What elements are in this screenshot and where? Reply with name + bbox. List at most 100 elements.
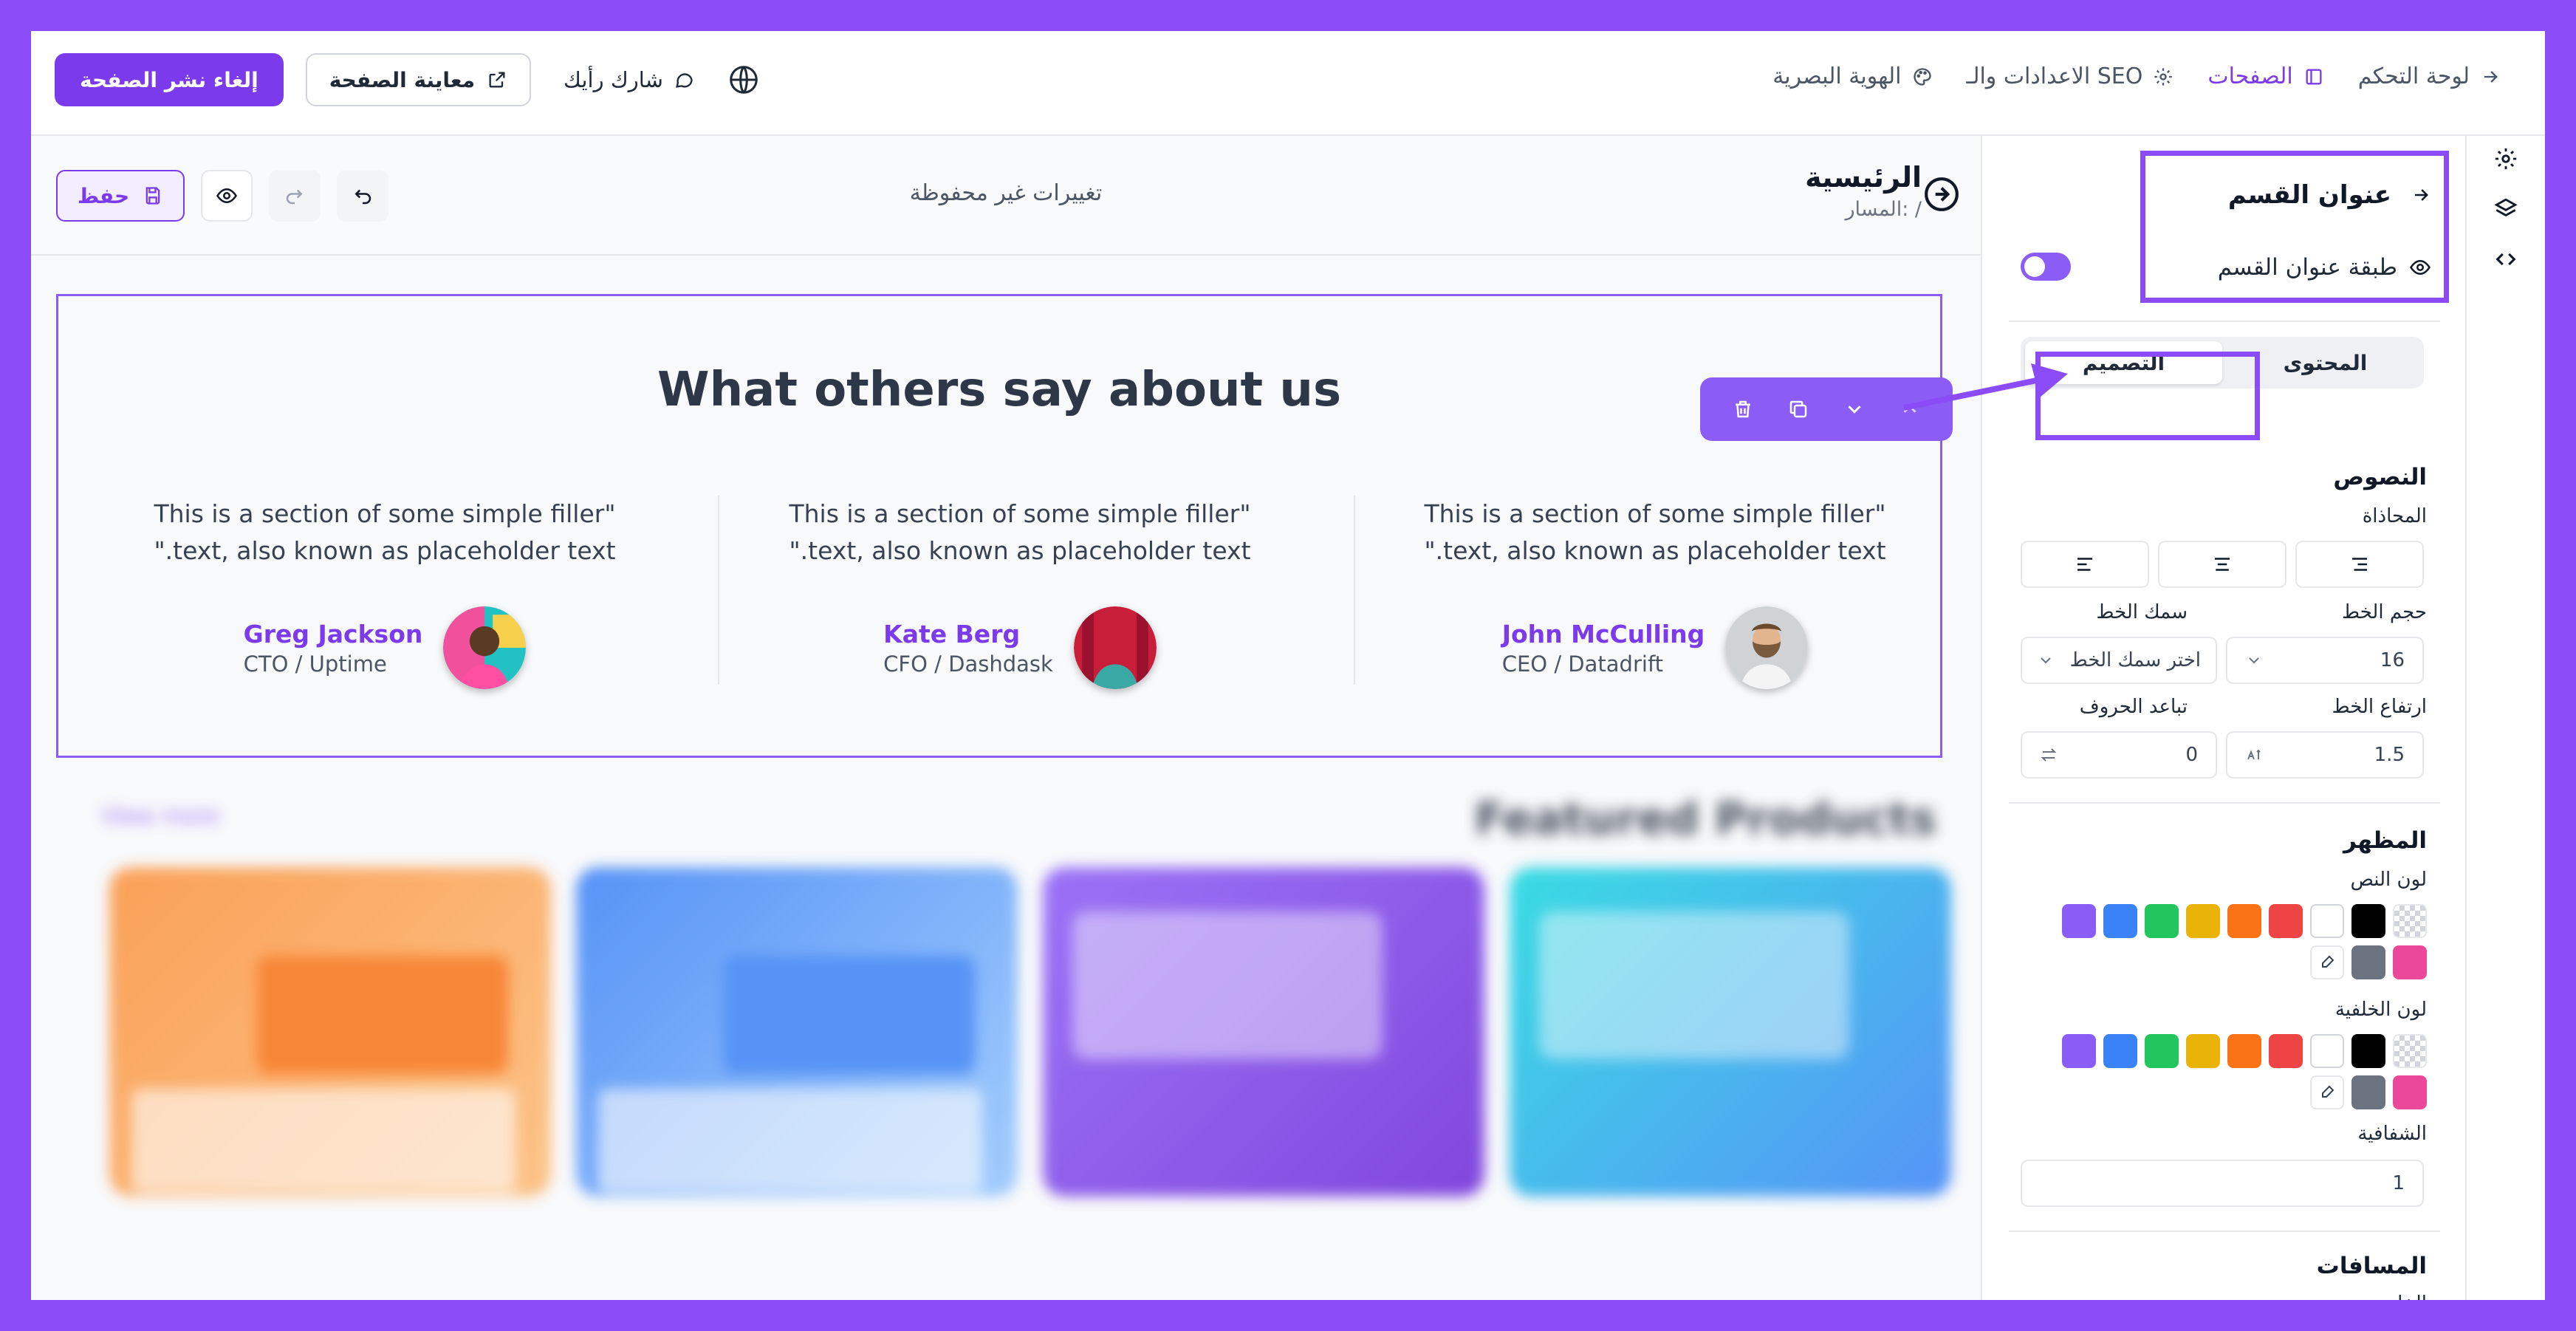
color-swatch[interactable] bbox=[2103, 904, 2137, 938]
color-swatch[interactable] bbox=[2351, 1034, 2385, 1068]
align-left-icon bbox=[2077, 558, 2092, 571]
product-card[interactable] bbox=[1043, 867, 1484, 1197]
line-height-field[interactable]: 1.5 bbox=[2226, 731, 2424, 779]
align-center-icon bbox=[2215, 558, 2230, 571]
redo-button[interactable] bbox=[269, 170, 321, 222]
featured-link[interactable]: View more bbox=[102, 804, 219, 829]
color-swatch[interactable] bbox=[2393, 945, 2427, 979]
card-art bbox=[1539, 911, 1849, 1059]
nav-dashboard[interactable]: لوحة التحكم bbox=[2358, 64, 2501, 89]
divider bbox=[2009, 1231, 2440, 1232]
color-swatch[interactable] bbox=[2145, 904, 2179, 938]
arrow-right-icon bbox=[2484, 70, 2498, 83]
align-right-icon bbox=[2352, 558, 2367, 571]
save-button[interactable]: حفظ bbox=[56, 170, 185, 222]
top-bar: لوحة التحكم الصفحات الاعدادات والـ SEO ا… bbox=[31, 31, 2545, 136]
page-title: الرئيسية bbox=[1805, 161, 1922, 194]
color-swatch[interactable] bbox=[2062, 1034, 2096, 1068]
feedback-label: شارك رأيك bbox=[564, 67, 663, 92]
gear-icon[interactable] bbox=[2493, 146, 2518, 171]
testimonial-quote-line: This is a section of some simple filler" bbox=[154, 499, 616, 528]
author-name: Greg Jackson bbox=[243, 619, 423, 649]
product-card[interactable] bbox=[1510, 867, 1951, 1197]
line-height-icon bbox=[2247, 749, 2261, 760]
nav-dashboard-label: لوحة التحكم bbox=[2357, 64, 2470, 89]
color-picker-button[interactable] bbox=[2310, 945, 2344, 979]
appearance-heading: المظهر bbox=[2343, 827, 2427, 854]
color-swatch[interactable] bbox=[2351, 904, 2385, 938]
text-color-swatches bbox=[2043, 904, 2427, 979]
color-swatch[interactable] bbox=[2351, 945, 2385, 979]
align-left-button[interactable] bbox=[2021, 541, 2149, 588]
color-picker-button[interactable] bbox=[2310, 1075, 2344, 1109]
color-swatch[interactable] bbox=[2393, 1075, 2427, 1109]
color-swatch[interactable] bbox=[2227, 1034, 2261, 1068]
color-swatch[interactable] bbox=[2186, 1034, 2220, 1068]
feedback-button[interactable]: شارك رأيك bbox=[553, 67, 705, 92]
font-weight-select[interactable]: اختر سمك الخط bbox=[2021, 637, 2217, 684]
alignment-label: المحاذاة bbox=[2362, 505, 2427, 527]
chat-bubble-icon bbox=[676, 73, 693, 88]
chevron-down-icon bbox=[2041, 657, 2051, 664]
card-art bbox=[1072, 911, 1383, 1059]
font-size-label: حجم الخط bbox=[2341, 601, 2427, 623]
layers-icon[interactable] bbox=[2493, 196, 2518, 222]
globe-icon[interactable] bbox=[727, 63, 761, 97]
toggle-knob bbox=[2024, 256, 2045, 277]
color-swatch[interactable] bbox=[2269, 904, 2303, 938]
save-label: حفظ bbox=[77, 183, 130, 208]
nav-settings-seo[interactable]: الاعدادات والـ SEO bbox=[1967, 64, 2174, 89]
swatch-transparent[interactable] bbox=[2393, 904, 2427, 938]
color-swatch[interactable] bbox=[2269, 1034, 2303, 1068]
color-swatch[interactable] bbox=[2310, 1034, 2344, 1068]
swap-arrows-icon bbox=[2041, 748, 2057, 762]
undo-button[interactable] bbox=[337, 170, 388, 222]
nav-pages[interactable]: الصفحات bbox=[2207, 64, 2323, 89]
product-card[interactable] bbox=[576, 867, 1018, 1197]
section-title[interactable]: What others say about us bbox=[58, 363, 1940, 417]
arrow-circle-icon[interactable] bbox=[1923, 176, 1960, 213]
color-swatch[interactable] bbox=[2103, 1034, 2137, 1068]
main-nav: لوحة التحكم الصفحات الاعدادات والـ SEO ا… bbox=[1772, 64, 2501, 89]
unpublish-button[interactable]: إلغاء نشر الصفحة bbox=[55, 53, 284, 106]
align-center-button[interactable] bbox=[2158, 541, 2286, 588]
avatar bbox=[1073, 606, 1157, 689]
duplicate-icon[interactable] bbox=[1787, 398, 1809, 420]
line-height-label: ارتفاع الخط bbox=[2332, 696, 2427, 718]
eyedropper-icon bbox=[2322, 1085, 2334, 1098]
card-art bbox=[598, 1089, 982, 1192]
color-swatch[interactable] bbox=[2227, 904, 2261, 938]
letter-spacing-field[interactable]: 0 bbox=[2021, 731, 2217, 779]
nav-visual-identity[interactable]: الهوية البصرية bbox=[1772, 64, 1932, 89]
chevron-down-icon[interactable] bbox=[1843, 398, 1866, 420]
featured-products-section: Featured Products View more bbox=[31, 793, 1981, 1300]
preview-button[interactable]: معاينة الصفحة bbox=[305, 53, 532, 106]
color-swatch[interactable] bbox=[2310, 904, 2344, 938]
icon-rail bbox=[2467, 136, 2545, 1300]
color-swatch[interactable] bbox=[2145, 1034, 2179, 1068]
alignment-buttons bbox=[2021, 541, 2424, 588]
testimonial-card: This is a section of some simple filler"… bbox=[702, 496, 1337, 689]
product-card[interactable] bbox=[109, 867, 551, 1197]
author-role: CTO / Uptime bbox=[243, 651, 387, 677]
trash-icon[interactable] bbox=[1732, 398, 1754, 420]
testimonial-quote-line: This is a section of some simple filler" bbox=[1424, 499, 1886, 528]
color-swatch[interactable] bbox=[2351, 1075, 2385, 1109]
spacing-heading: المسافات bbox=[2316, 1253, 2427, 1279]
font-size-field[interactable]: 16 bbox=[2226, 637, 2424, 684]
testimonials-section[interactable]: What others say about us This is a secti… bbox=[56, 294, 1942, 758]
code-icon[interactable] bbox=[2493, 247, 2518, 272]
swatch-transparent[interactable] bbox=[2393, 1034, 2427, 1068]
testimonial-author: John McCulling CEO / Datadrift bbox=[1337, 606, 1973, 689]
testimonial-card: This is a section of some simple filler"… bbox=[67, 496, 702, 689]
chevron-down-icon bbox=[2249, 657, 2259, 664]
color-swatch[interactable] bbox=[2186, 904, 2220, 938]
align-right-button[interactable] bbox=[2295, 541, 2424, 588]
visibility-toggle[interactable] bbox=[2021, 253, 2071, 281]
card-art bbox=[724, 956, 975, 1074]
opacity-field[interactable]: 1 bbox=[2021, 1160, 2424, 1207]
external-link-icon bbox=[489, 72, 505, 88]
card-art bbox=[131, 1089, 515, 1192]
preview-eye-button[interactable] bbox=[201, 170, 253, 222]
color-swatch[interactable] bbox=[2062, 904, 2096, 938]
